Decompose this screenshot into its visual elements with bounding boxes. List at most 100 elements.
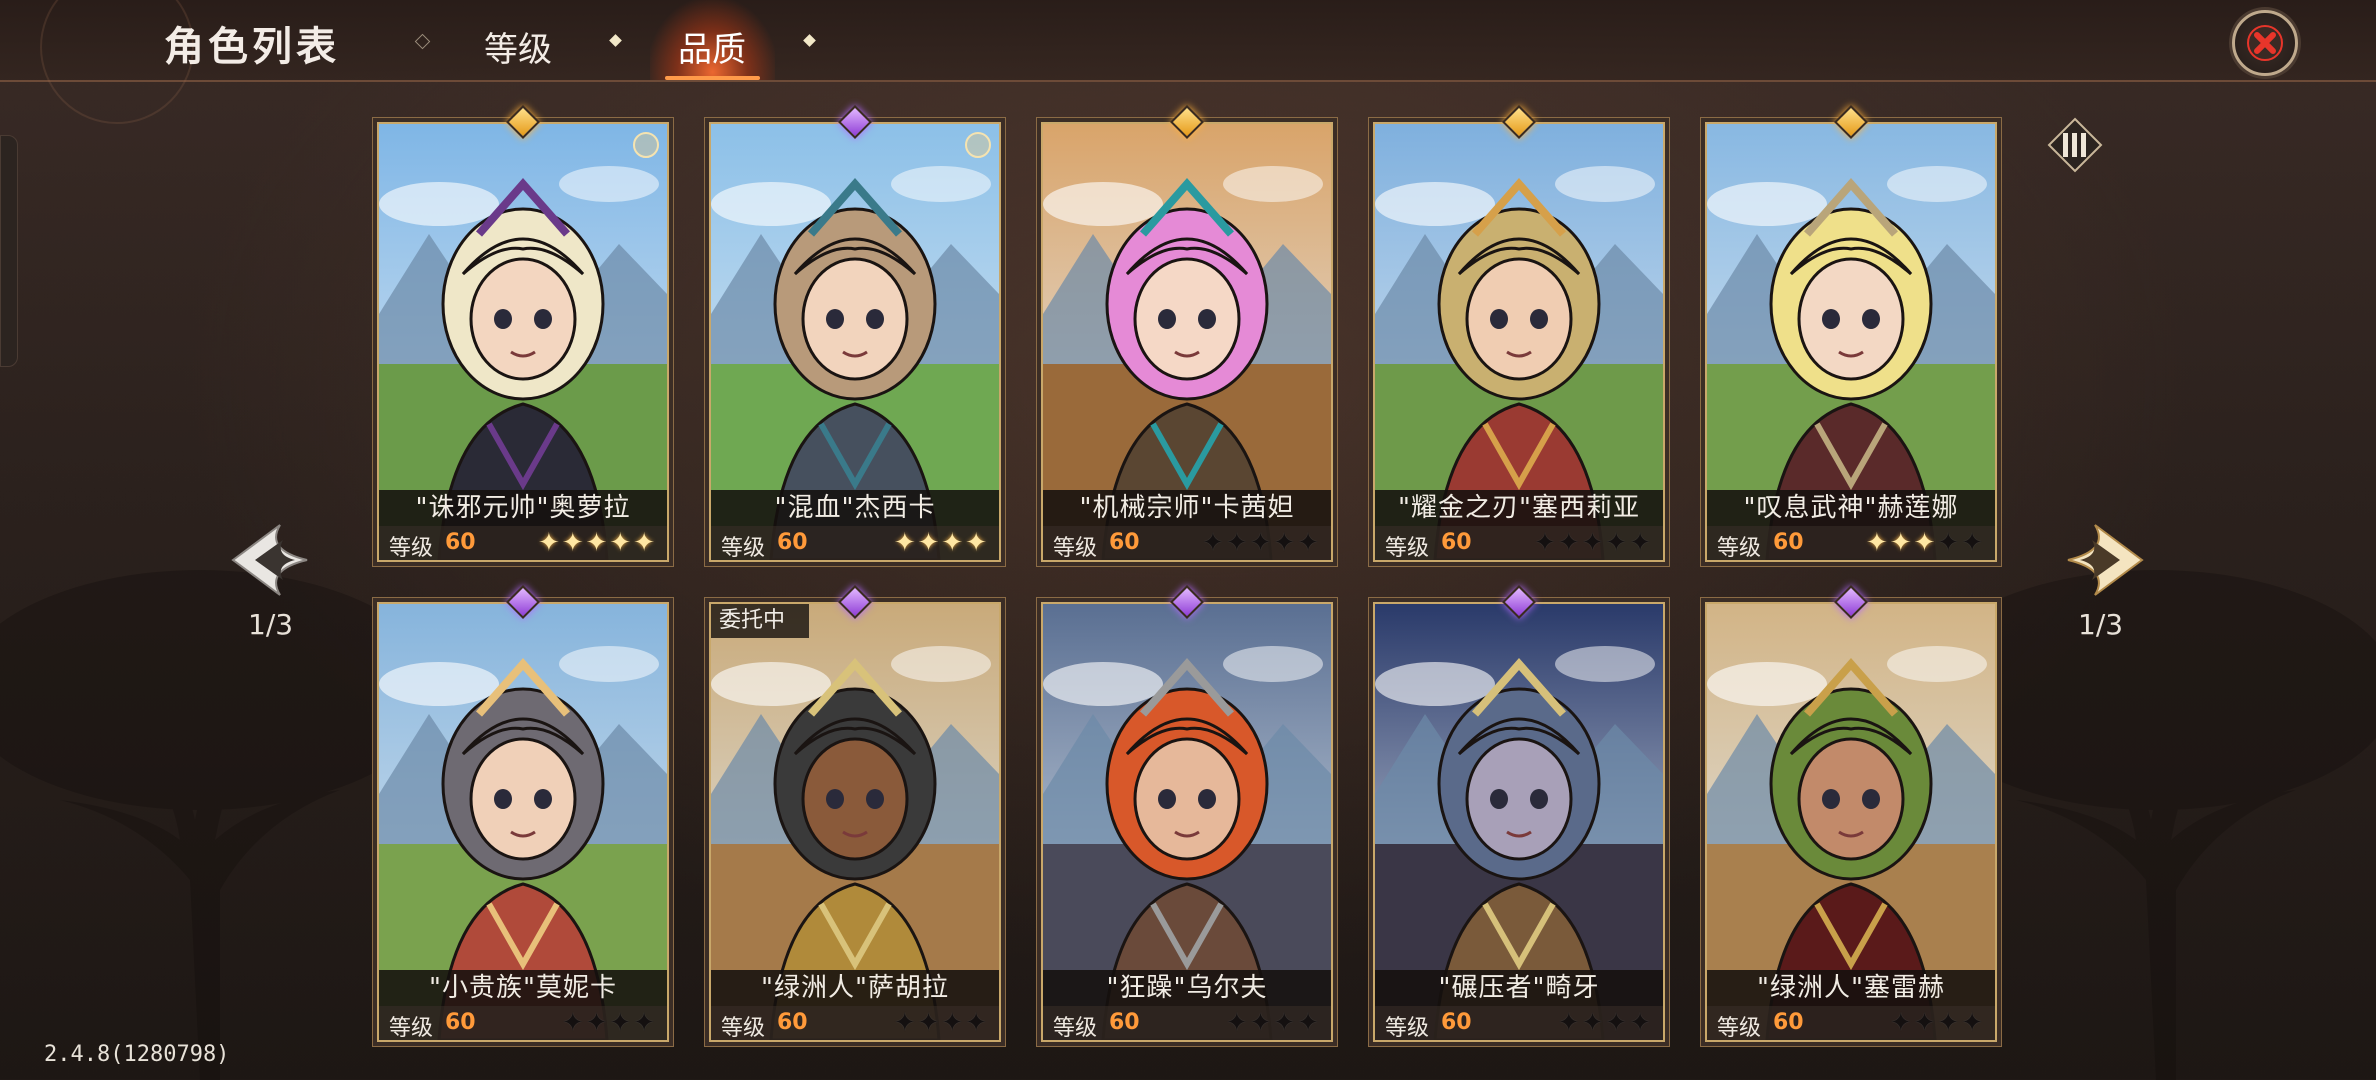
level-value: 60 <box>1109 1010 1140 1035</box>
star-filled-icon: ✦ <box>585 528 610 558</box>
character-name: "碾压者"畸牙 <box>1375 970 1663 1006</box>
level-value: 60 <box>1441 1010 1472 1035</box>
character-name: "诛邪元帅"奥萝拉 <box>379 490 667 526</box>
level-bar: 等级 60 ✦✦✦✦ <box>1375 1006 1663 1041</box>
star-empty-icon: ✦ <box>1273 528 1298 558</box>
awakened-badge-icon <box>633 132 659 158</box>
star-empty-icon: ✦ <box>1581 1008 1606 1038</box>
star-filled-icon: ✦ <box>917 528 942 558</box>
level-label: 等级 <box>1717 1016 1762 1041</box>
star-empty-icon: ✦ <box>965 1008 989 1038</box>
character-card[interactable]: "混血"杰西卡 等级 60 ✦✦✦✦ <box>709 105 1001 562</box>
level-value: 60 <box>445 530 476 555</box>
star-filled-icon: ✦ <box>1866 528 1890 558</box>
star-rating: ✦✦✦✦✦ <box>1534 528 1653 558</box>
star-rating: ✦✦✦✦✦ <box>538 528 657 558</box>
star-empty-icon: ✦ <box>1629 528 1653 558</box>
level-label: 等级 <box>1385 1016 1430 1041</box>
tab-quality[interactable]: 品质 <box>678 22 746 71</box>
star-empty-icon: ✦ <box>893 1008 918 1038</box>
character-card[interactable]: "叹息武神"赫莲娜等级 60 ✦✦✦✦✦ <box>1705 105 1997 562</box>
level-bar: 等级 60 ✦✦✦✦✦ <box>1043 526 1331 561</box>
arrow-left-icon[interactable] <box>225 515 315 605</box>
star-empty-icon: ✦ <box>1961 1008 1985 1038</box>
arrow-right-icon[interactable] <box>2060 515 2150 605</box>
star-empty-icon: ✦ <box>1961 528 1985 558</box>
character-name: "耀金之刃"塞西莉亚 <box>1375 490 1663 526</box>
character-card[interactable]: "碾压者"畸牙等级 60 ✦✦✦✦ <box>1373 585 1665 1042</box>
star-empty-icon: ✦ <box>1605 528 1630 558</box>
star-empty-icon: ✦ <box>1297 1008 1321 1038</box>
level-value: 60 <box>777 1010 808 1035</box>
character-card[interactable]: "绿洲人"塞雷赫 等级 60 ✦✦✦✦ <box>1705 585 1997 1042</box>
star-rating: ✦✦✦✦ <box>1558 1008 1653 1038</box>
star-empty-icon: ✦ <box>1249 528 1274 558</box>
character-card[interactable]: "耀金之刃"塞西莉亚 等级 60 ✦✦✦✦✦ <box>1373 105 1665 562</box>
star-rating: ✦✦✦✦ <box>1226 1008 1321 1038</box>
level-value: 60 <box>1773 530 1804 555</box>
star-empty-icon: ✦ <box>1273 1008 1298 1038</box>
character-card[interactable]: "小贵族"莫妮卡 等级 60 ✦✦✦✦ <box>377 585 669 1042</box>
star-empty-icon: ✦ <box>1913 1008 1938 1038</box>
awakened-badge-icon <box>965 132 991 158</box>
star-empty-icon: ✦ <box>1629 1008 1653 1038</box>
star-filled-icon: ✦ <box>965 528 989 558</box>
character-card[interactable]: 委托中 "绿洲人"萨胡拉 等级 60 ✦✦✦✦ <box>709 585 1001 1042</box>
page-indicator-right: 1/3 <box>2078 608 2124 641</box>
character-card[interactable]: "狂躁"乌尔夫等级 60 ✦✦✦✦ <box>1041 585 1333 1042</box>
star-empty-icon: ✦ <box>1249 1008 1274 1038</box>
star-filled-icon: ✦ <box>893 528 918 558</box>
star-empty-icon: ✦ <box>609 1008 634 1038</box>
close-button[interactable] <box>2232 10 2298 76</box>
character-card[interactable]: "诛邪元帅"奥萝拉等级 60 ✦✦✦✦✦ <box>377 105 669 562</box>
star-empty-icon: ✦ <box>1534 528 1558 558</box>
level-bar: 等级 60 ✦✦✦✦ <box>711 1006 999 1041</box>
level-value: 60 <box>445 1010 476 1035</box>
character-name: "叹息武神"赫莲娜 <box>1707 490 1995 526</box>
tab-separator <box>803 34 816 47</box>
level-bar: 等级 60 ✦✦✦✦✦ <box>379 526 667 561</box>
star-filled-icon: ✦ <box>941 528 966 558</box>
star-empty-icon: ✦ <box>1937 528 1962 558</box>
status-badge: 委托中 <box>711 604 809 638</box>
level-bar: 等级 60 ✦✦✦✦ <box>1707 1006 1995 1041</box>
level-value: 60 <box>1441 530 1472 555</box>
character-name: "机械宗师"卡茜妲 <box>1043 490 1331 526</box>
star-empty-icon: ✦ <box>633 1008 657 1038</box>
star-rating: ✦✦✦✦ <box>1890 1008 1985 1038</box>
tab-level[interactable]: 等级 <box>484 22 552 71</box>
level-label: 等级 <box>1053 1016 1098 1041</box>
star-filled-icon: ✦ <box>538 528 562 558</box>
page-indicator-left: 1/3 <box>248 608 294 641</box>
active-tab-underline <box>665 76 760 80</box>
character-card[interactable]: "机械宗师"卡茜妲 等级 60 ✦✦✦✦✦ <box>1041 105 1333 562</box>
grid-view-icon[interactable] <box>2047 117 2103 173</box>
star-empty-icon: ✦ <box>1937 1008 1962 1038</box>
star-rating: ✦✦✦✦ <box>894 528 989 558</box>
level-value: 60 <box>1773 1010 1804 1035</box>
level-bar: 等级 60 ✦✦✦✦ <box>1043 1006 1331 1041</box>
star-empty-icon: ✦ <box>917 1008 942 1038</box>
star-rating: ✦✦✦✦✦ <box>1866 528 1985 558</box>
star-filled-icon: ✦ <box>609 528 634 558</box>
level-label: 等级 <box>1717 536 1762 561</box>
version-label: 2.4.8(1280798) <box>44 1042 230 1067</box>
level-label: 等级 <box>721 1016 766 1041</box>
star-filled-icon: ✦ <box>1913 528 1938 558</box>
side-drawer-handle[interactable] <box>0 135 18 367</box>
character-name: "狂躁"乌尔夫 <box>1043 970 1331 1006</box>
star-empty-icon: ✦ <box>1202 528 1226 558</box>
star-empty-icon: ✦ <box>941 1008 966 1038</box>
level-label: 等级 <box>1053 536 1098 561</box>
star-rating: ✦✦✦✦✦ <box>1202 528 1321 558</box>
star-filled-icon: ✦ <box>633 528 657 558</box>
character-name: "混血"杰西卡 <box>711 490 999 526</box>
tab-separator <box>414 33 431 50</box>
page-title: 角色列表 <box>164 24 340 70</box>
level-bar: 等级 60 ✦✦✦✦ <box>379 1006 667 1041</box>
star-empty-icon: ✦ <box>1605 1008 1630 1038</box>
star-empty-icon: ✦ <box>561 1008 586 1038</box>
level-label: 等级 <box>389 536 434 561</box>
close-icon <box>2247 25 2283 61</box>
level-bar: 等级 60 ✦✦✦✦✦ <box>1707 526 1995 561</box>
